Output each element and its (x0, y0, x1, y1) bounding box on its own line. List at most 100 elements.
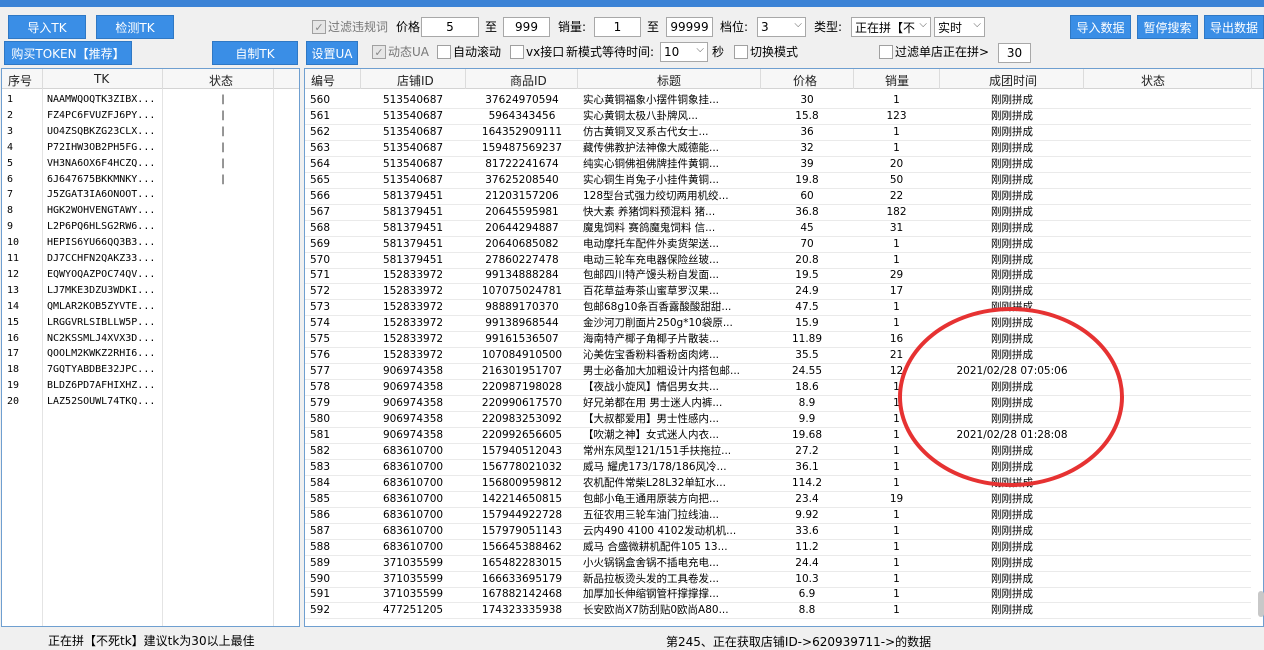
goods-row[interactable]: 562 513540687 164352909111 仿古黄铜叉叉系古代女士... 36… (305, 125, 1251, 141)
goods-row-time: 刚刚拼成 (991, 125, 1033, 138)
tk-row[interactable]: 20 LAZ52SOUWL74TKQ... (2, 393, 299, 409)
header-id: 编号 (311, 74, 336, 88)
dynamic-ua-checkbox[interactable]: ✓ (372, 45, 386, 59)
goods-row[interactable]: 588 683610700 156645388462 威马 合盛微耕机配件105 13… (305, 540, 1251, 556)
goods-row[interactable]: 564 513540687 81722241674 纯实心铜佛祖佛牌挂件黄铜... 39… (305, 157, 1251, 173)
import-data-button[interactable]: 导入数据 (1070, 15, 1131, 39)
filter-shop-input[interactable]: 30 (998, 43, 1031, 63)
goods-row[interactable]: 585 683610700 142214650815 包邮小龟王通用原装方向把... 2… (305, 492, 1251, 508)
goods-row[interactable]: 568 581379451 20644294887 魔鬼饲料 赛鸽魔鬼饲料 信... 4… (305, 221, 1251, 237)
goods-row-no: 577 (310, 365, 331, 378)
goods-row-goods-id: 157944922728 (481, 508, 563, 521)
tk-row[interactable]: 2 FZ4PC6FVUZFJ6PY... | (2, 107, 299, 123)
goods-row[interactable]: 570 581379451 27860227478 电动三轮车充电器保险丝玻... 20… (305, 253, 1251, 269)
tk-row[interactable]: 10 HEPIS6YU66QQ3B3... (2, 234, 299, 250)
goods-row[interactable]: 574 152833972 99138968544 金沙河刀削面片250g*10袋原.… (305, 316, 1251, 333)
filter-illegal-checkbox[interactable]: ✓ (312, 20, 326, 34)
goods-row[interactable]: 561 513540687 5964343456 实心黄铜太极八卦牌风... 15.8 1… (305, 109, 1251, 125)
goods-row[interactable]: 566 581379451 21203157206 128型台式强力绞切两用机绞...… (305, 189, 1251, 205)
goods-row[interactable]: 592 477251205 174323335938 长安欧尚X7防刮贴0欧尚A80.… (305, 603, 1251, 620)
tk-row[interactable]: 15 LRGGVRLSIBLLW5P... (2, 314, 299, 330)
goods-table-header: 编号 店铺ID 商品ID 标题 价格 销量 成团时间 状态 (305, 69, 1263, 89)
import-tk-button[interactable]: 导入TK (8, 15, 86, 39)
tk-row-no: 4 (7, 141, 14, 153)
tk-row[interactable]: 7 J5ZGAT3IA6ONOOT... (2, 186, 299, 202)
goods-row-sales: 1 (893, 125, 900, 138)
goods-row-goods-id: 156778021032 (481, 460, 563, 473)
sales-to-label: 至 (647, 20, 660, 34)
goods-row-price: 19.8 (795, 173, 819, 186)
tk-row[interactable]: 11 DJ7CCHFN2QAKZ33... (2, 250, 299, 266)
price-max-input[interactable]: 999 (503, 17, 550, 37)
goods-row-goods-id: 156800959812 (481, 476, 563, 489)
goods-row-sales: 1 (893, 556, 900, 569)
tk-row[interactable]: 19 BLDZ6PD7AFHIXHZ... (2, 377, 299, 393)
goods-row[interactable]: 560 513540687 37624970594 实心黄铜福象小摆件铜象挂... 30… (305, 93, 1251, 109)
goods-row-no: 565 (310, 173, 331, 186)
goods-row-price: 36 (800, 125, 814, 138)
goods-row[interactable]: 567 581379451 20645595981 快大素 养猪饲料预混料 猪... 3… (305, 205, 1251, 221)
mode-select[interactable]: 实时 ⌵ (934, 17, 985, 37)
tk-row[interactable]: 16 NC2KSSMLJ4XVX3D... (2, 330, 299, 346)
goods-row[interactable]: 591 371035599 167882142468 加厚加长伸缩钢管杆撑撑撑... 6… (305, 587, 1251, 604)
wait-time-select[interactable]: 10 ⌵ (660, 42, 708, 62)
goods-row[interactable]: 587 683610700 157979051143 云内490 4100 4102发… (305, 524, 1251, 540)
tk-row-no: 6 (7, 173, 14, 185)
tk-row[interactable]: 14 QMLAR2KOB5ZYVTE... (2, 298, 299, 314)
goods-row-shop-id: 477251205 (382, 604, 444, 617)
tk-row[interactable]: 12 EQWYOQAZPOC74QV... (2, 266, 299, 282)
filter-shop-checkbox[interactable] (879, 45, 893, 59)
goods-row[interactable]: 572 152833972 107075024781 百花草益寿茶山蜜草罗汉果... 2… (305, 284, 1251, 301)
tk-row[interactable]: 18 7GQTYABDBE32JPC... (2, 361, 299, 377)
goods-row-sales: 20 (889, 157, 904, 170)
tk-row[interactable]: 1 NAAMWQOQTK3ZIBX... | (2, 91, 299, 107)
make-tk-button[interactable]: 自制TK (212, 41, 298, 65)
type-select[interactable]: 正在拼【不 ⌵ (851, 17, 931, 37)
set-ua-button[interactable]: 设置UA (306, 41, 358, 65)
tk-row[interactable]: 17 QOOLM2KWKZ2RHI6... (2, 345, 299, 361)
goods-row-shop-id: 683610700 (382, 508, 444, 521)
price-min-input[interactable]: 5 (421, 17, 479, 37)
goods-row[interactable]: 590 371035599 166633695179 新品拉板烫头发的工具卷发... 1… (305, 572, 1251, 588)
goods-row[interactable]: 589 371035599 165482283015 小火锅锅盒舍锅不插电充电... 2… (305, 556, 1251, 572)
goods-row[interactable]: 582 683610700 157940512043 常州东风型121/151手扶拖拉… (305, 444, 1251, 460)
level-select[interactable]: 3 ⌵ (757, 17, 806, 37)
goods-row-price: 24.9 (795, 285, 819, 298)
goods-row[interactable]: 584 683610700 156800959812 农机配件常柴L28L32单缸水.… (305, 476, 1251, 492)
check-tk-button[interactable]: 检测TK (96, 15, 174, 39)
goods-row[interactable]: 573 152833972 98889170370 包邮68g10条百香露酸酸甜甜..… (305, 300, 1251, 317)
auto-scroll-checkbox[interactable] (437, 45, 451, 59)
goods-row-time: 刚刚拼成 (991, 508, 1033, 521)
sales-max-input[interactable]: 99999 (666, 17, 713, 37)
goods-row[interactable]: 575 152833972 99161536507 海南特产椰子角椰子片散装... 11… (305, 332, 1251, 349)
goods-row[interactable]: 569 581379451 20640685082 电动摩托车配件外卖货架送... 70… (305, 237, 1251, 253)
tk-row[interactable]: 4 P72IHW3OB2PH5FG... | (2, 139, 299, 155)
tk-row[interactable]: 8 HGK2WOHVENGTAWY... (2, 202, 299, 218)
dynamic-ua-label: 动态UA (388, 45, 429, 59)
tk-row-no: 10 (7, 237, 20, 249)
export-data-button[interactable]: 导出数据 (1204, 15, 1264, 39)
pause-search-button[interactable]: 暂停搜索 (1137, 15, 1198, 39)
tk-row[interactable]: 3 UO4ZSQBKZG23CLX... | (2, 123, 299, 139)
vx-api-checkbox[interactable] (510, 45, 524, 59)
goods-row-sales: 123 (886, 109, 907, 122)
goods-table[interactable]: 编号 店铺ID 商品ID 标题 价格 销量 成团时间 状态 560 5135406… (304, 68, 1264, 627)
goods-row[interactable]: 586 683610700 157944922728 五征农用三轮车油门拉线油... 9… (305, 508, 1251, 524)
tk-row[interactable]: 5 VH3NA6OX6F4HCZQ... | (2, 155, 299, 171)
goods-row-title: 云内490 4100 4102发动机机... (583, 524, 737, 537)
goods-row[interactable]: 565 513540687 37625208540 实心铜生肖兔子小挂件黄铜... 19… (305, 173, 1251, 189)
tk-table[interactable]: 序号 TK 状态 1 NAAMWQOQTK3ZIBX... | 2 FZ4PC6FVUZ… (1, 68, 300, 627)
scrollbar-thumb[interactable] (1258, 591, 1264, 617)
goods-row-time: 刚刚拼成 (991, 109, 1033, 122)
goods-row[interactable]: 583 683610700 156778021032 威马 耀虎173/178/186… (305, 460, 1251, 476)
tk-row[interactable]: 9 L2P6PQ6HLSG2RW6... (2, 218, 299, 234)
goods-row[interactable]: 563 513540687 159487569237 藏传佛教护法神像大威德能... 3… (305, 141, 1251, 157)
buy-token-button[interactable]: 购买TOKEN【推荐】 (4, 41, 132, 65)
switch-mode-checkbox[interactable] (734, 45, 748, 59)
goods-row[interactable]: 571 152833972 99134888284 包邮四川特产馒头粉自发面... 19… (305, 268, 1251, 285)
tk-row[interactable]: 6 6J647675BKKMNKY... | (2, 171, 299, 187)
sales-min-input[interactable]: 1 (594, 17, 641, 37)
tk-row[interactable]: 13 LJ7MKE3DZU3WDKI... (2, 282, 299, 298)
header-sales: 销量 (885, 74, 910, 88)
goods-row-shop-id: 371035599 (382, 588, 444, 601)
